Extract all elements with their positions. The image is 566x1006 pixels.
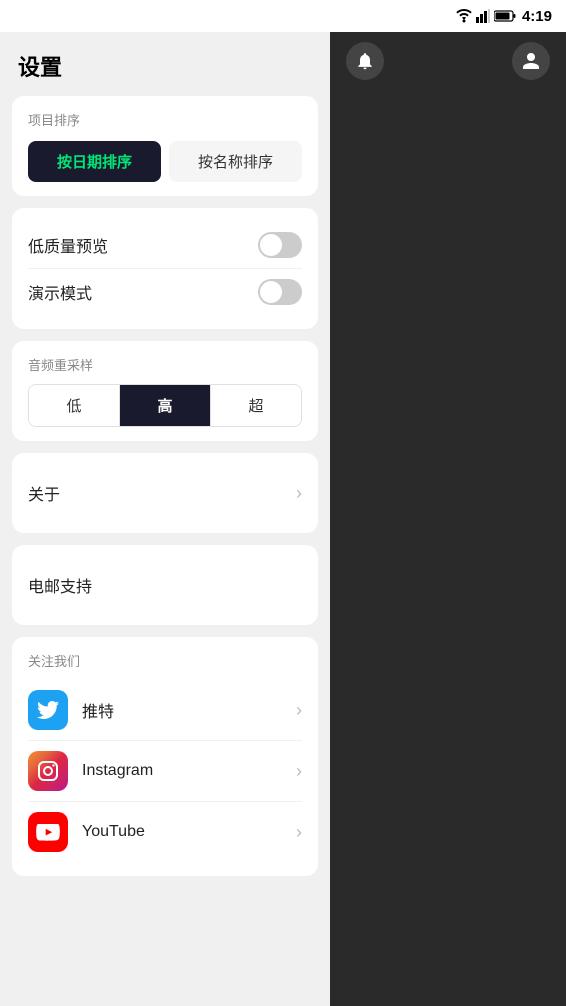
status-time: 4:19: [522, 8, 552, 25]
status-bar: 4:19: [0, 0, 566, 32]
sort-buttons: 按日期排序 按名称排序: [28, 141, 302, 182]
twitter-chevron-icon: ›: [296, 700, 302, 721]
right-top-icons: [330, 32, 566, 90]
instagram-left: Instagram: [28, 751, 153, 791]
demo-mode-toggle[interactable]: [258, 279, 302, 305]
toggle-card: 低质量预览 演示模式: [12, 208, 318, 329]
twitter-left: 推特: [28, 690, 114, 730]
resample-ultra-button[interactable]: 超: [210, 385, 301, 426]
follow-card: 关注我们 推特 ›: [12, 637, 318, 876]
wifi-icon: [456, 9, 472, 23]
follow-title: 关注我们: [28, 651, 302, 670]
resample-buttons: 低 高 超: [28, 384, 302, 427]
email-label: 电邮支持: [28, 573, 92, 597]
instagram-icon: [28, 751, 68, 791]
youtube-left: YouTube: [28, 812, 145, 852]
demo-mode-label: 演示模式: [28, 280, 92, 304]
about-label: 关于: [28, 481, 60, 505]
youtube-chevron-icon: ›: [296, 822, 302, 843]
right-panel: 项目 元素: [330, 0, 566, 1006]
sort-by-name-button[interactable]: 按名称排序: [169, 141, 302, 182]
low-quality-label: 低质量预览: [28, 233, 108, 257]
sort-label: 项目排序: [28, 110, 302, 129]
low-quality-row: 低质量预览: [28, 222, 302, 268]
signal-icon: [476, 9, 490, 23]
settings-title: 设置: [0, 32, 330, 96]
twitter-item[interactable]: 推特 ›: [28, 680, 302, 740]
resample-card: 音频重采样 低 高 超: [12, 341, 318, 441]
sort-card: 项目排序 按日期排序 按名称排序: [12, 96, 318, 196]
youtube-icon: [28, 812, 68, 852]
resample-high-button[interactable]: 高: [119, 385, 210, 426]
low-quality-toggle[interactable]: [258, 232, 302, 258]
instagram-chevron-icon: ›: [296, 761, 302, 782]
profile-icon[interactable]: [512, 42, 550, 80]
email-item[interactable]: 电邮支持: [28, 559, 302, 611]
resample-label: 音频重采样: [28, 355, 302, 374]
instagram-label: Instagram: [82, 762, 153, 780]
about-item[interactable]: 关于 ›: [28, 467, 302, 519]
settings-panel: 设置 项目排序 按日期排序 按名称排序 低质量预览 演示模式 音频重采样 低 高…: [0, 0, 330, 1006]
about-chevron-icon: ›: [296, 483, 302, 504]
twitter-label: 推特: [82, 698, 114, 722]
youtube-label: YouTube: [82, 823, 145, 841]
battery-icon: [494, 10, 516, 22]
youtube-item[interactable]: YouTube ›: [28, 801, 302, 862]
twitter-icon: [28, 690, 68, 730]
demo-mode-row: 演示模式: [28, 268, 302, 315]
resample-low-button[interactable]: 低: [29, 385, 119, 426]
sort-by-date-button[interactable]: 按日期排序: [28, 141, 161, 182]
email-card[interactable]: 电邮支持: [12, 545, 318, 625]
about-card[interactable]: 关于 ›: [12, 453, 318, 533]
notification-icon[interactable]: [346, 42, 384, 80]
instagram-item[interactable]: Instagram ›: [28, 740, 302, 801]
status-icons: [456, 9, 516, 23]
